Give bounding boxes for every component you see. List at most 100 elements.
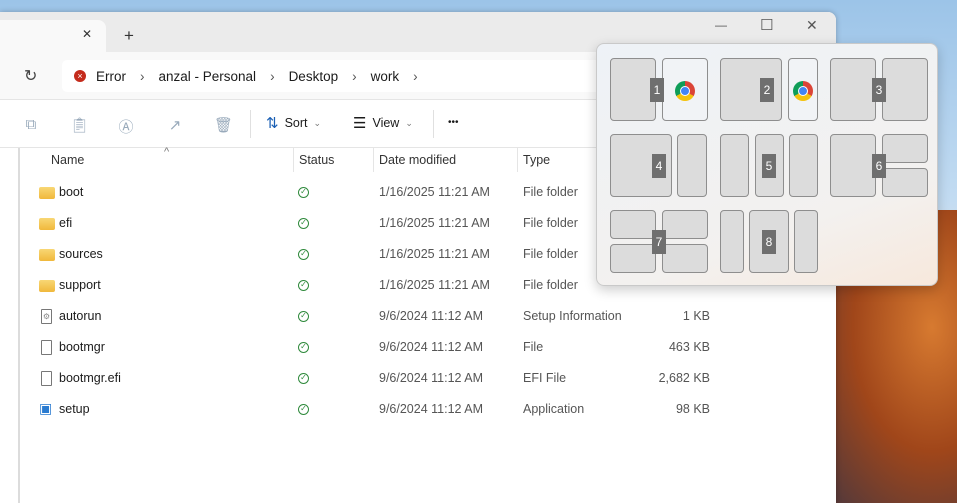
file-name: setup	[59, 402, 90, 416]
file-name: boot	[59, 185, 84, 199]
chevron-down-icon: ⌄	[405, 117, 413, 128]
crumb-work[interactable]: work	[371, 69, 400, 84]
paste-icon[interactable]: 📋︎	[70, 116, 89, 134]
rename-icon[interactable]: Ⓐ	[117, 116, 135, 136]
snap-zone[interactable]	[789, 134, 818, 197]
column-status[interactable]: Status	[299, 153, 334, 167]
file-name: efi	[59, 216, 73, 230]
column-resize-handle[interactable]	[517, 148, 518, 172]
file-date: 1/16/2025 11:21 AM	[379, 278, 490, 292]
column-name[interactable]: Name	[51, 153, 84, 167]
chevron-right-icon[interactable]: ›	[352, 69, 357, 84]
maximize-button[interactable]: ☐	[760, 16, 773, 34]
snap-zone[interactable]	[662, 210, 708, 239]
file-icon	[41, 340, 52, 355]
file-date: 9/6/2024 11:12 AM	[379, 340, 484, 354]
file-size: 2,682 KB	[658, 371, 710, 385]
file-row[interactable]: bootmgr ✓ 9/6/2024 11:12 AM File 463 KB	[0, 332, 836, 363]
file-row[interactable]: ⚙ autorun ✓ 9/6/2024 11:12 AM Setup Infor…	[0, 301, 836, 332]
snap-zone[interactable]	[882, 168, 928, 197]
file-date: 9/6/2024 11:12 AM	[379, 371, 484, 385]
chevron-right-icon[interactable]: ›	[140, 69, 145, 84]
snap-layout-number: 1	[650, 78, 664, 102]
file-type: File folder	[523, 278, 578, 292]
sort-button[interactable]: ⇅ Sort ⌄	[266, 114, 321, 132]
synced-check-icon: ✓	[298, 342, 309, 353]
snap-zone[interactable]	[882, 134, 928, 163]
folder-icon	[39, 249, 55, 261]
chevron-down-icon: ⌄	[313, 117, 322, 128]
snap-layout-number: 6	[872, 154, 886, 178]
file-type: Setup Information	[523, 309, 622, 323]
close-button[interactable]: ✕	[806, 17, 818, 34]
copy-icon[interactable]: ⧉	[22, 116, 40, 134]
chrome-icon	[675, 81, 695, 101]
divider	[250, 110, 251, 138]
divider	[433, 110, 434, 138]
file-type: File folder	[523, 185, 578, 199]
file-name: sources	[59, 247, 103, 261]
new-tab-button[interactable]: +	[124, 26, 134, 46]
crumb-personal[interactable]: anzal - Personal	[159, 69, 257, 84]
column-resize-handle[interactable]	[373, 148, 374, 172]
snap-zone[interactable]	[610, 210, 656, 239]
error-icon: ×	[74, 70, 86, 82]
snap-layout-number: 4	[652, 154, 666, 178]
crumb-desktop[interactable]: Desktop	[289, 69, 339, 84]
snap-layout-number: 5	[762, 154, 776, 178]
snap-zone[interactable]	[720, 210, 744, 273]
snap-zone[interactable]	[830, 58, 876, 121]
view-button[interactable]: ☰ View ⌄	[353, 114, 413, 132]
more-options-button[interactable]: •••	[448, 117, 459, 128]
file-name: support	[59, 278, 101, 292]
snap-zone[interactable]	[882, 58, 928, 121]
file-size: 463 KB	[668, 340, 710, 354]
file-date: 9/6/2024 11:12 AM	[379, 402, 484, 416]
delete-icon[interactable]: 🗑︎	[214, 116, 233, 134]
sort-icon: ⇅	[266, 115, 279, 132]
snap-zone[interactable]	[794, 210, 818, 273]
snap-zone[interactable]	[720, 134, 749, 197]
tab-close-button[interactable]: ✕	[82, 27, 92, 41]
snap-zone[interactable]	[610, 244, 656, 273]
snap-layout-number: 2	[760, 78, 774, 102]
synced-check-icon: ✓	[298, 280, 309, 291]
file-name: bootmgr	[59, 340, 105, 354]
settings-file-icon: ⚙	[41, 309, 52, 324]
file-date: 9/6/2024 11:12 AM	[379, 309, 484, 323]
chevron-right-icon[interactable]: ›	[413, 69, 418, 84]
snap-layouts-flyout: 1 2 3 4 5 6 7 8	[596, 43, 938, 286]
file-size: 1 KB	[682, 309, 710, 323]
column-type[interactable]: Type	[523, 153, 550, 167]
snap-layout-number: 3	[872, 78, 886, 102]
refresh-icon[interactable]: ↻	[24, 66, 37, 86]
minimize-button[interactable]: —	[715, 18, 727, 32]
file-row[interactable]: ▣ setup ✓ 9/6/2024 11:12 AM Application 9…	[0, 394, 836, 425]
crumb-error[interactable]: Error	[96, 69, 126, 84]
chrome-icon	[793, 81, 813, 101]
chevron-right-icon[interactable]: ›	[270, 69, 275, 84]
sort-up-icon: ^	[164, 146, 170, 158]
file-name: bootmgr.efi	[59, 371, 121, 385]
column-resize-handle[interactable]	[293, 148, 294, 172]
file-type: Application	[523, 402, 585, 416]
file-type: File	[523, 340, 544, 354]
synced-check-icon: ✓	[298, 311, 309, 322]
snap-zone[interactable]	[662, 244, 708, 273]
snap-zone[interactable]	[830, 134, 876, 197]
file-row[interactable]: bootmgr.efi ✓ 9/6/2024 11:12 AM EFI File…	[0, 363, 836, 394]
snap-layout-number: 7	[652, 230, 666, 254]
file-icon	[41, 371, 52, 386]
active-tab[interactable]: ✕	[0, 20, 106, 52]
file-name: autorun	[59, 309, 102, 323]
file-date: 1/16/2025 11:21 AM	[379, 216, 490, 230]
share-icon[interactable]: ↗	[166, 116, 184, 134]
column-date[interactable]: Date modified	[379, 153, 456, 167]
snap-layout-number: 8	[762, 230, 776, 254]
synced-check-icon: ✓	[298, 187, 309, 198]
folder-icon	[39, 218, 55, 230]
synced-check-icon: ✓	[298, 404, 309, 415]
file-type: EFI File	[523, 371, 567, 385]
snap-zone[interactable]	[677, 134, 707, 197]
synced-check-icon: ✓	[298, 218, 309, 229]
